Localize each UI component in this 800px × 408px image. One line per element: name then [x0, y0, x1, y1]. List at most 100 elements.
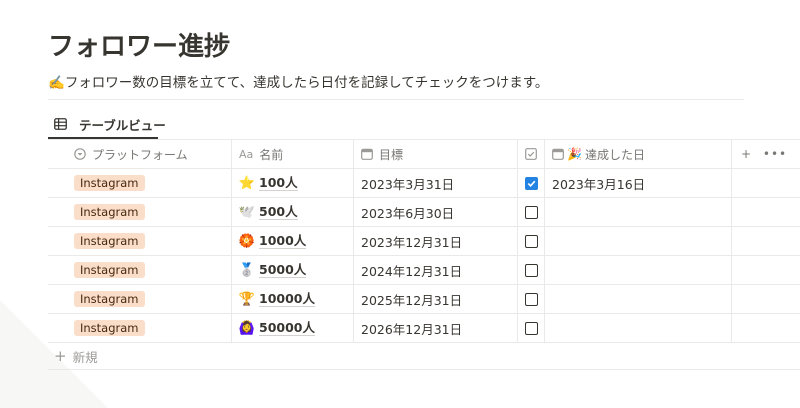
name-cell[interactable]: 🕊️ 500人	[231, 198, 353, 226]
row-name: 1000人	[259, 233, 307, 249]
row-emoji-icon: 🙆‍♀️	[238, 320, 256, 336]
target-date-cell[interactable]: 2025年12月31日	[353, 285, 517, 313]
target-date: 2024年12月31日	[361, 263, 463, 279]
achieved-date-cell[interactable]: 2023年3月16日	[544, 169, 732, 197]
achieved-date-cell[interactable]	[544, 198, 732, 226]
table-header-row: プラットフォーム Aa 名前 目標 🎉 達成した日 + •••	[48, 140, 800, 169]
checkbox-unchecked[interactable]	[524, 205, 538, 219]
platform-cell[interactable]: Instagram	[48, 169, 231, 197]
column-header-achieved[interactable]: 🎉 達成した日	[544, 140, 732, 168]
platform-cell[interactable]: Instagram	[48, 256, 231, 284]
plus-icon: +	[54, 347, 67, 365]
platform-cell[interactable]: Instagram	[48, 227, 231, 255]
row-name: 10000人	[259, 291, 315, 307]
new-row-label: 新規	[72, 349, 98, 365]
table-row[interactable]: Instagram 🏵️ 1000人 2023年12月31日	[48, 227, 800, 256]
new-row-button[interactable]: + 新規	[48, 343, 800, 370]
writing-hand-icon: ✍️	[48, 75, 65, 91]
row-emoji-icon: 🏵️	[238, 233, 256, 249]
platform-tag: Instagram	[74, 320, 145, 336]
checkbox-icon	[525, 148, 537, 160]
target-date-cell[interactable]: 2023年12月31日	[353, 227, 517, 255]
target-date-cell[interactable]: 2024年12月31日	[353, 256, 517, 284]
tab-label: テーブルビュー	[79, 117, 166, 133]
add-column-button[interactable]: +	[732, 140, 760, 168]
more-icon: •••	[762, 147, 788, 161]
row-emoji-icon: 🥈	[238, 262, 256, 278]
platform-cell[interactable]: Instagram	[48, 314, 231, 342]
calendar-icon	[361, 148, 373, 160]
column-header-name[interactable]: Aa 名前	[231, 140, 353, 168]
column-header-platform[interactable]: プラットフォーム	[48, 140, 231, 168]
calendar-icon	[552, 148, 564, 160]
checkbox-unchecked[interactable]	[524, 234, 538, 248]
target-date: 2025年12月31日	[361, 292, 463, 308]
checkbox-unchecked[interactable]	[524, 263, 538, 277]
description-text: フォロワー数の目標を立てて、達成したら日付を記録してチェックをつけます。	[64, 75, 549, 91]
column-header-label: 達成した日	[584, 147, 645, 162]
database-table: プラットフォーム Aa 名前 目標 🎉 達成した日 + ••• Instagra…	[48, 140, 800, 370]
platform-tag: Instagram	[74, 291, 145, 307]
check-cell	[517, 227, 544, 255]
check-cell	[517, 285, 544, 313]
platform-cell[interactable]: Instagram	[48, 198, 231, 226]
column-header-label: プラットフォーム	[92, 147, 188, 162]
page-title[interactable]: フォロワー進捗	[48, 26, 230, 63]
check-cell	[517, 256, 544, 284]
name-cell[interactable]: ⭐ 100人	[231, 169, 353, 197]
target-date: 2026年12月31日	[361, 321, 463, 337]
row-name: 100人	[259, 175, 298, 191]
name-cell[interactable]: 🥈 5000人	[231, 256, 353, 284]
check-cell	[517, 198, 544, 226]
page: フォロワー進捗 ✍️フォロワー数の目標を立てて、達成したら日付を記録してチェック…	[0, 0, 800, 408]
platform-tag: Instagram	[74, 262, 145, 278]
select-icon	[74, 148, 86, 160]
achieved-date-cell[interactable]	[544, 314, 732, 342]
checkbox-unchecked[interactable]	[524, 292, 538, 306]
table-row[interactable]: Instagram ⭐ 100人 2023年3月31日 2023年3月16日	[48, 169, 800, 198]
target-date: 2023年12月31日	[361, 234, 463, 250]
column-header-target[interactable]: 目標	[353, 140, 517, 168]
name-cell[interactable]: 🏵️ 1000人	[231, 227, 353, 255]
row-emoji-icon: 🏆	[238, 291, 256, 307]
party-popper-icon: 🎉	[567, 147, 582, 161]
checkbox-checked[interactable]	[524, 176, 538, 190]
column-header-label: 名前	[259, 147, 284, 162]
tab-table-view[interactable]: テーブルビュー	[48, 110, 172, 138]
target-date-cell[interactable]: 2023年3月31日	[353, 169, 517, 197]
row-emoji-icon: 🕊️	[238, 204, 256, 220]
row-name: 5000人	[259, 262, 307, 278]
table-row[interactable]: Instagram 🙆‍♀️ 50000人 2026年12月31日	[48, 314, 800, 343]
page-description[interactable]: ✍️フォロワー数の目標を立てて、達成したら日付を記録してチェックをつけます。	[48, 71, 548, 91]
achieved-date-cell[interactable]	[544, 285, 732, 313]
column-header-check[interactable]	[517, 140, 544, 168]
text-aa-icon: Aa	[239, 147, 254, 161]
column-header-label: 目標	[379, 147, 404, 162]
divider	[48, 99, 744, 100]
name-cell[interactable]: 🙆‍♀️ 50000人	[231, 314, 353, 342]
target-date-cell[interactable]: 2026年12月31日	[353, 314, 517, 342]
target-date-cell[interactable]: 2023年6月30日	[353, 198, 517, 226]
achieved-date: 2023年3月16日	[552, 176, 646, 192]
checkbox-unchecked[interactable]	[524, 321, 538, 335]
achieved-date-cell[interactable]	[544, 256, 732, 284]
check-cell	[517, 169, 544, 197]
check-cell	[517, 314, 544, 342]
plus-icon: +	[740, 147, 752, 161]
platform-tag: Instagram	[74, 233, 145, 249]
platform-tag: Instagram	[74, 204, 145, 220]
target-date: 2023年6月30日	[361, 205, 455, 221]
table-row[interactable]: Instagram 🏆 10000人 2025年12月31日	[48, 285, 800, 314]
more-options-button[interactable]: •••	[760, 140, 790, 168]
table-body: Instagram ⭐ 100人 2023年3月31日 2023年3月16日 Instag…	[48, 169, 800, 343]
platform-cell[interactable]: Instagram	[48, 285, 231, 313]
row-emoji-icon: ⭐	[238, 175, 256, 191]
target-date: 2023年3月31日	[361, 176, 455, 192]
achieved-date-cell[interactable]	[544, 227, 732, 255]
name-cell[interactable]: 🏆 10000人	[231, 285, 353, 313]
table-icon	[54, 118, 67, 130]
row-name: 50000人	[259, 320, 315, 336]
table-row[interactable]: Instagram 🕊️ 500人 2023年6月30日	[48, 198, 800, 227]
platform-tag: Instagram	[74, 175, 145, 191]
table-row[interactable]: Instagram 🥈 5000人 2024年12月31日	[48, 256, 800, 285]
